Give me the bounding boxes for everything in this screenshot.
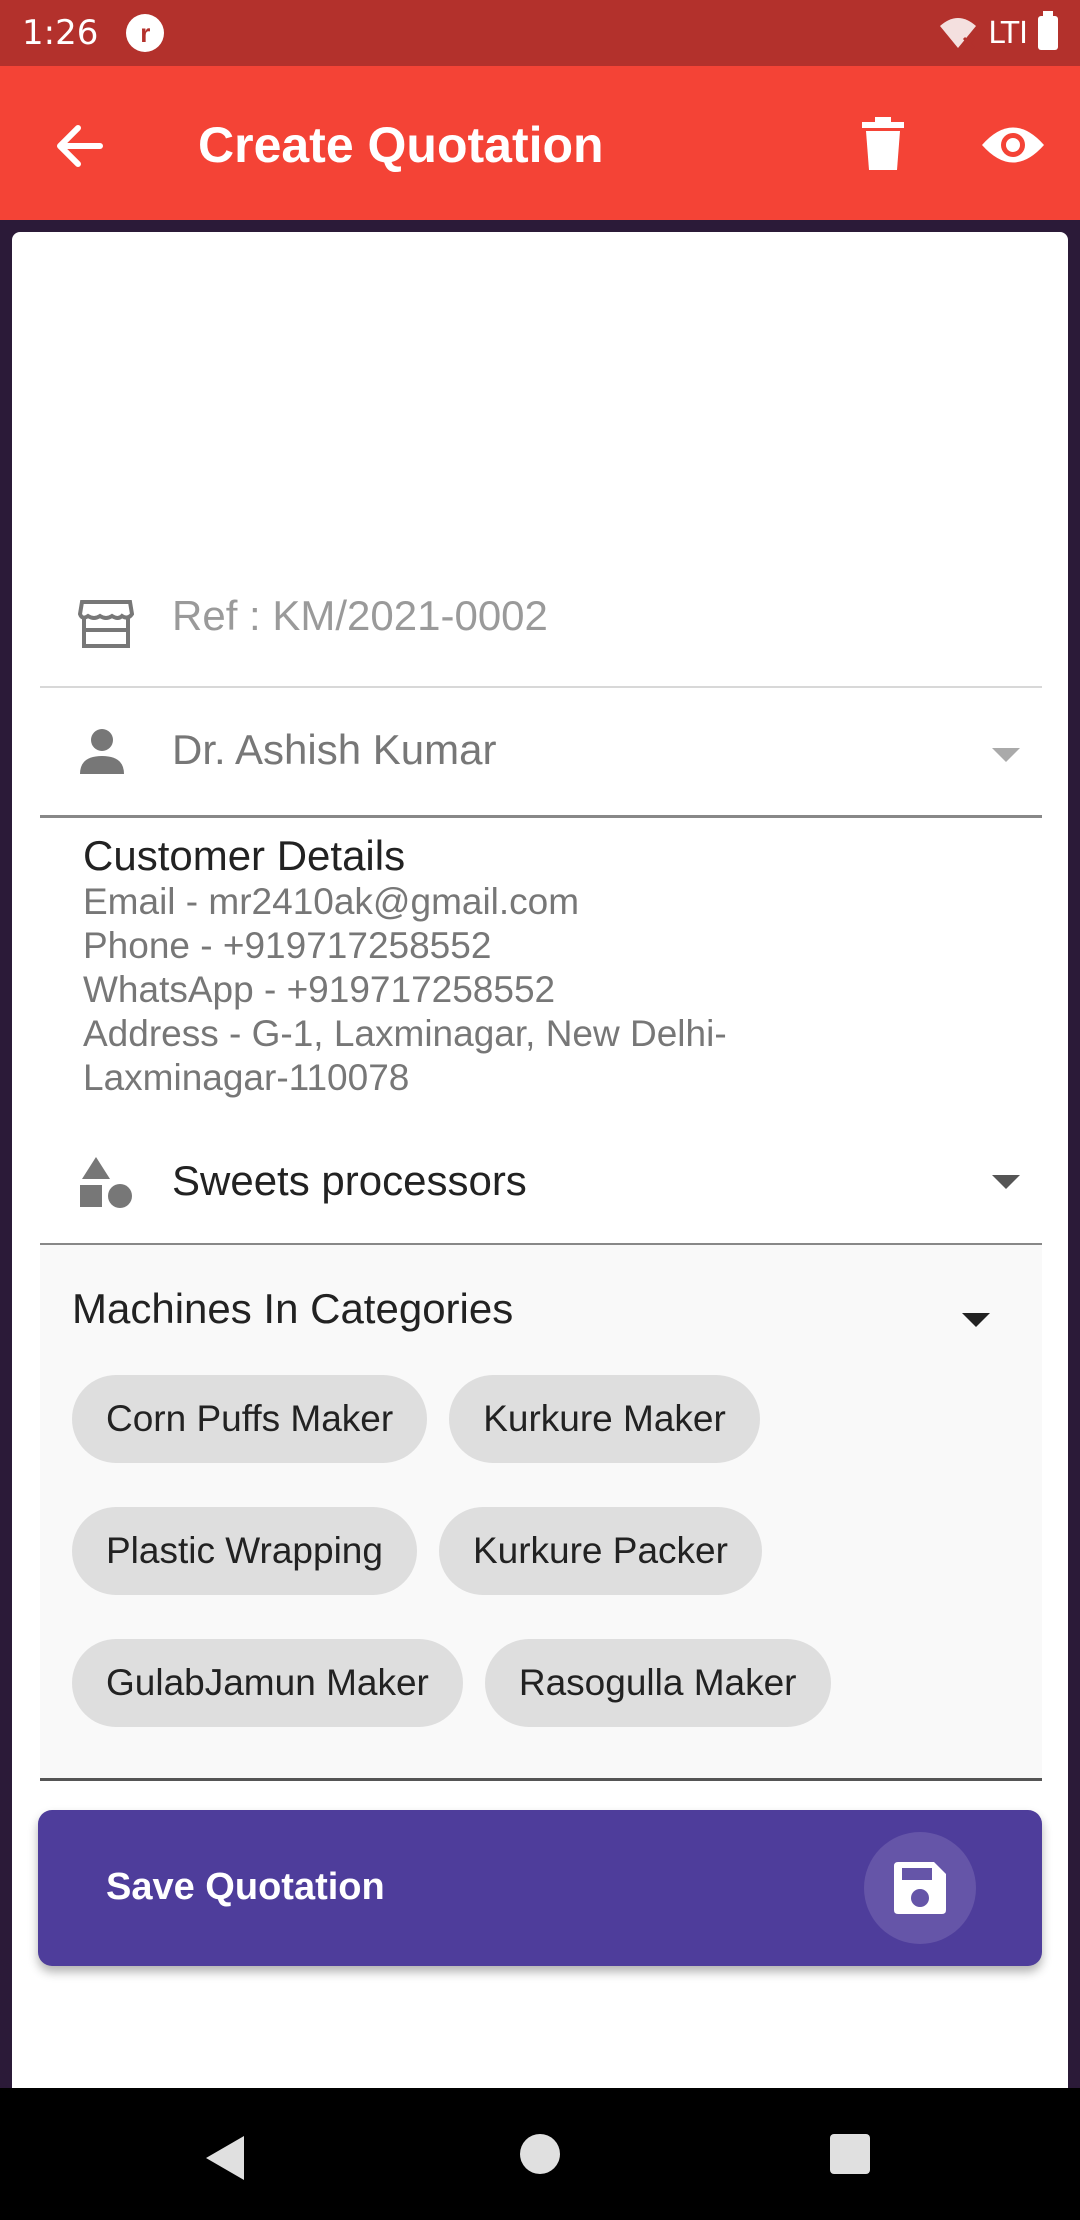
system-nav-bar bbox=[0, 2088, 1080, 2220]
customer-select[interactable]: Dr. Ashish Kumar bbox=[40, 688, 1042, 818]
customer-whatsapp: WhatsApp - +919717258552 bbox=[83, 969, 556, 1010]
machine-chip[interactable]: Kurkure Maker bbox=[449, 1375, 760, 1463]
machine-chips: Corn Puffs Maker Kurkure Maker Plastic W… bbox=[72, 1375, 1012, 1771]
customer-details: Customer Details Email - mr2410ak@gmail.… bbox=[83, 832, 727, 1100]
category-select[interactable]: Sweets processors bbox=[40, 1115, 1042, 1245]
save-quotation-button[interactable]: Save Quotation bbox=[38, 1810, 1042, 1966]
machines-title: Machines In Categories bbox=[72, 1285, 514, 1332]
page-title: Create Quotation bbox=[198, 117, 604, 173]
battery-icon bbox=[1038, 11, 1058, 50]
customer-name: Dr. Ashish Kumar bbox=[172, 726, 497, 773]
category-value: Sweets processors bbox=[172, 1157, 527, 1204]
customer-email: Email - mr2410ak@gmail.com bbox=[83, 881, 580, 922]
delete-icon[interactable] bbox=[858, 116, 908, 172]
status-indicators: LTI bbox=[938, 11, 1058, 51]
machine-chip[interactable]: Kurkure Packer bbox=[438, 1507, 762, 1595]
app-notification-icon: r bbox=[126, 14, 165, 52]
app-bar: Create Quotation bbox=[0, 66, 1080, 220]
machine-chip[interactable]: Corn Puffs Maker bbox=[72, 1375, 428, 1463]
machine-chip[interactable]: GulabJamun Maker bbox=[72, 1639, 463, 1727]
machine-chip[interactable]: Rasogulla Maker bbox=[484, 1639, 831, 1727]
nav-back-icon[interactable] bbox=[206, 2136, 244, 2180]
store-icon bbox=[78, 600, 134, 648]
customer-phone: Phone - +919717258552 bbox=[83, 925, 492, 966]
customer-address-line2: Laxminagar-110078 bbox=[83, 1057, 410, 1098]
wifi-off-icon bbox=[940, 18, 977, 50]
customer-details-heading: Customer Details bbox=[83, 832, 406, 879]
chevron-down-icon bbox=[992, 1175, 1020, 1189]
person-icon bbox=[80, 729, 124, 774]
save-quotation-label: Save Quotation bbox=[106, 1866, 385, 1908]
customer-address-line1: Address - G-1, Laxminagar, New Delhi- bbox=[83, 1013, 727, 1054]
save-floppy-icon bbox=[894, 1862, 946, 1914]
machines-panel: Machines In Categories Corn Puffs Maker … bbox=[40, 1245, 1042, 1781]
save-icon-button[interactable] bbox=[864, 1832, 976, 1944]
preview-eye-icon[interactable] bbox=[980, 122, 1046, 168]
back-arrow-icon[interactable] bbox=[50, 116, 110, 176]
chevron-down-icon[interactable] bbox=[962, 1313, 990, 1327]
machine-chip[interactable]: Plastic Wrapping bbox=[72, 1507, 417, 1595]
network-label: LTI bbox=[988, 15, 1028, 51]
status-time: 1:26 bbox=[22, 13, 99, 53]
chevron-down-icon bbox=[992, 748, 1020, 762]
status-bar: 1:26 r LTI bbox=[0, 0, 1080, 66]
category-shapes-icon bbox=[80, 1157, 132, 1208]
nav-home-icon[interactable] bbox=[520, 2134, 560, 2174]
nav-recents-icon[interactable] bbox=[830, 2134, 870, 2174]
reference-text: Ref : KM/2021-0002 bbox=[172, 592, 548, 639]
reference-field[interactable]: Ref : KM/2021-0002 bbox=[40, 558, 1042, 688]
